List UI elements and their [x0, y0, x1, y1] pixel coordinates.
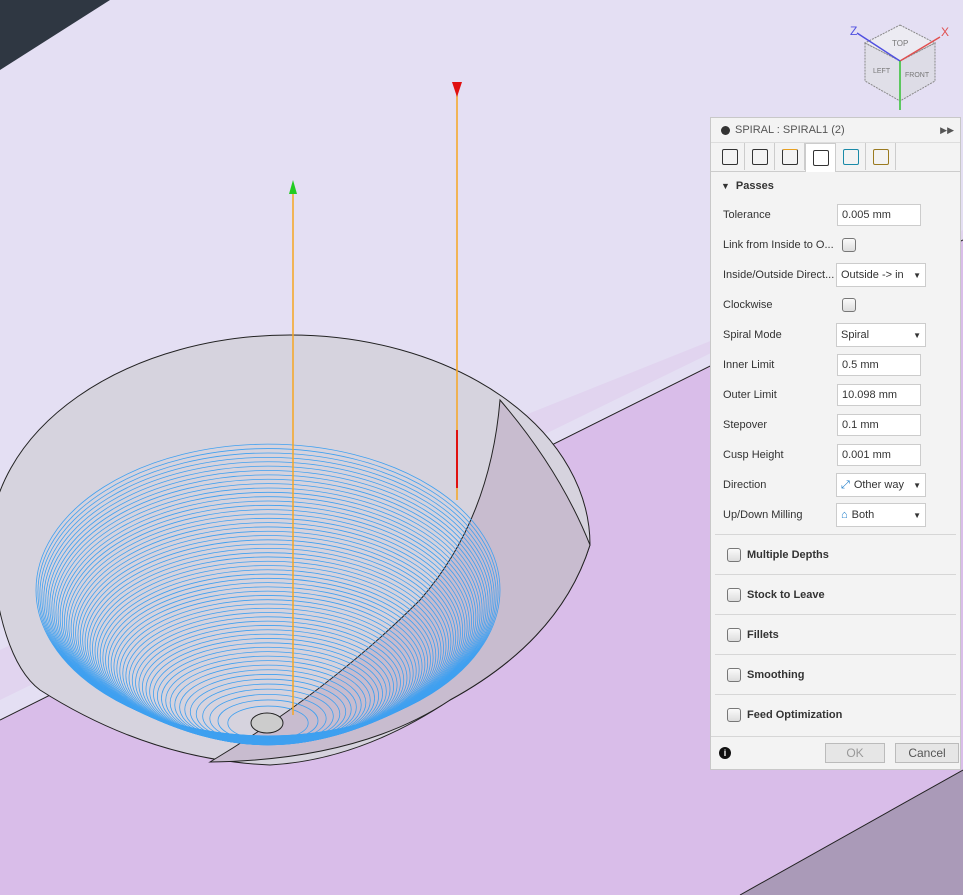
inner-limit-input[interactable]: 0.5 mm: [837, 354, 921, 376]
group-checkbox[interactable]: [727, 707, 741, 722]
field-label: Inside/Outside Direct...: [723, 269, 835, 281]
section-title: Passes: [735, 180, 774, 192]
chevron-down-icon: ▼: [913, 330, 921, 340]
spiral-mode-select[interactable]: Spiral ▼: [836, 323, 926, 347]
field-label: Up/Down Milling: [723, 509, 803, 521]
field-row: Up/Down Milling ⌂ Both ▼: [711, 500, 960, 530]
field-label: Direction: [723, 479, 767, 491]
group-feed-optimization[interactable]: Feed Optimization: [715, 694, 956, 734]
field-row: Direction ⤢ Other way ▼: [711, 470, 960, 500]
field-row: Link from Inside to O...: [711, 230, 960, 260]
field-label: Clockwise: [723, 299, 773, 311]
field-label: Outer Limit: [723, 389, 777, 401]
tab-passes[interactable]: [805, 143, 836, 172]
group-fillets[interactable]: Fillets: [715, 614, 956, 654]
viewcube-top[interactable]: TOP: [892, 39, 908, 48]
field-row: Stepover 0.1 mm: [711, 410, 960, 440]
chevron-down-icon: ▼: [913, 510, 921, 520]
tool-icon: [721, 148, 738, 165]
group-stock-to-leave[interactable]: Stock to Leave: [715, 574, 956, 614]
outer-limit-input[interactable]: 10.098 mm: [837, 384, 921, 406]
group-multiple-depths[interactable]: Multiple Depths: [715, 534, 956, 574]
field-row: Tolerance 0.005 mm: [711, 200, 960, 230]
tab-heights[interactable]: [775, 143, 805, 170]
dialog-footer: i OK Cancel: [711, 736, 960, 769]
minus-circle-icon[interactable]: [721, 125, 730, 135]
group-label: Multiple Depths: [747, 548, 829, 561]
cusp-height-input[interactable]: 0.001 mm: [837, 444, 921, 466]
bowl-bottom-hole: [250, 712, 284, 734]
dark-corner: [0, 0, 110, 70]
z-axis-label: Z: [850, 24, 857, 38]
expand-icon[interactable]: ▶▶: [940, 125, 954, 136]
field-row: Outer Limit 10.098 mm: [711, 380, 960, 410]
field-label: Cusp Height: [723, 449, 784, 461]
ok-button[interactable]: OK: [825, 743, 885, 763]
select-value: Outside -> in: [841, 269, 904, 281]
field-row: Inner Limit 0.5 mm: [711, 350, 960, 380]
group-label: Stock to Leave: [747, 588, 825, 601]
field-row: Spiral Mode Spiral ▼: [711, 320, 960, 350]
inside-outside-direct-select[interactable]: Outside -> in ▼: [836, 263, 926, 287]
cancel-button[interactable]: Cancel: [895, 743, 959, 763]
group-smoothing[interactable]: Smoothing: [715, 654, 956, 694]
x-axis-label: X: [941, 25, 949, 39]
tab-tool[interactable]: [715, 143, 745, 170]
geometry-icon: [751, 148, 768, 165]
group-checkbox[interactable]: [727, 547, 741, 562]
direction-select[interactable]: ⤢ Other way ▼: [836, 473, 926, 497]
field-row: Inside/Outside Direct... Outside -> in ▼: [711, 260, 960, 290]
field-row: Cusp Height 0.001 mm: [711, 440, 960, 470]
group-label: Smoothing: [747, 668, 805, 681]
direction-icon: ⤢: [841, 478, 850, 491]
tab-linking[interactable]: [836, 143, 866, 170]
viewcube-front[interactable]: FRONT: [905, 72, 930, 79]
dialog-header[interactable]: SPIRAL : SPIRAL1 (2) ▶▶: [711, 118, 960, 143]
group-checkbox[interactable]: [727, 587, 741, 602]
post-icon: [872, 148, 889, 165]
passes-icon: [812, 150, 829, 166]
chevron-down-icon: ▼: [913, 480, 921, 490]
dialog-tabs: [711, 143, 960, 172]
viewcube-left[interactable]: LEFT: [873, 68, 891, 75]
heights-icon: [781, 148, 798, 165]
red-arrow-icon: [452, 82, 462, 97]
select-value: Both: [851, 509, 875, 521]
field-label: Spiral Mode: [723, 329, 782, 341]
field-row: Clockwise: [711, 290, 960, 320]
link-from-inside-to-o-checkbox[interactable]: [842, 238, 856, 252]
info-icon[interactable]: i: [719, 747, 731, 759]
linking-icon: [842, 148, 859, 165]
clockwise-checkbox[interactable]: [842, 298, 856, 312]
group-checkbox[interactable]: [727, 627, 741, 642]
stepover-input[interactable]: 0.1 mm: [837, 414, 921, 436]
group-label: Feed Optimization: [747, 708, 843, 721]
green-arrow-icon: [289, 180, 297, 194]
field-label: Inner Limit: [723, 359, 775, 371]
passes-section-header[interactable]: ▼ Passes: [711, 172, 960, 200]
up-down-milling-select[interactable]: ⌂ Both ▼: [836, 503, 926, 527]
tolerance-input[interactable]: 0.005 mm: [837, 204, 921, 226]
chevron-down-icon: ▼: [913, 270, 921, 280]
group-label: Fillets: [747, 628, 779, 641]
select-value: Spiral: [841, 329, 870, 341]
tab-post[interactable]: [866, 143, 896, 170]
viewcube[interactable]: TOP LEFT FRONT X Z: [850, 24, 949, 110]
field-label: Tolerance: [723, 209, 771, 221]
field-label: Stepover: [723, 419, 768, 431]
field-label: Link from Inside to O...: [723, 239, 834, 251]
milling-icon: ⌂: [841, 509, 848, 521]
group-checkbox[interactable]: [727, 667, 741, 682]
spiral-dialog: SPIRAL : SPIRAL1 (2) ▶▶ ▼ Passes Toleranc…: [710, 117, 961, 770]
dialog-title: SPIRAL : SPIRAL1 (2): [735, 124, 845, 136]
tab-geometry[interactable]: [745, 143, 775, 170]
select-value: Other way: [853, 479, 904, 491]
